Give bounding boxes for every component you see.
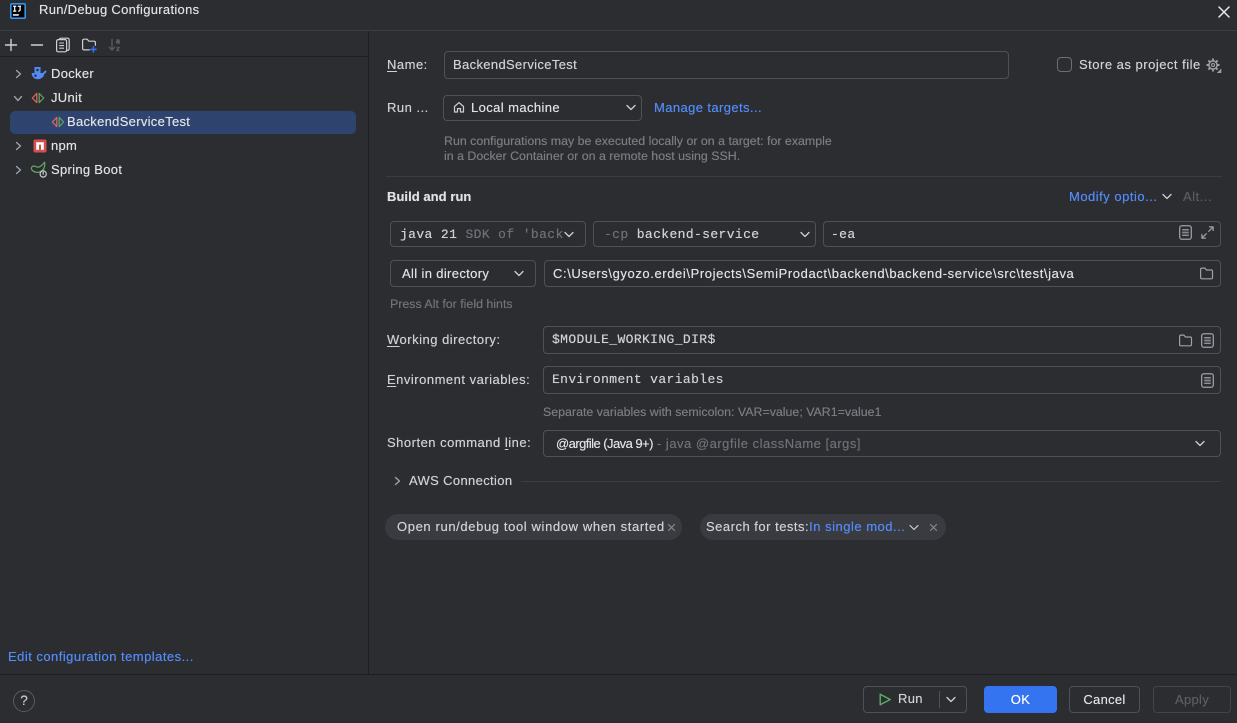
svg-text:z: z — [116, 44, 120, 53]
